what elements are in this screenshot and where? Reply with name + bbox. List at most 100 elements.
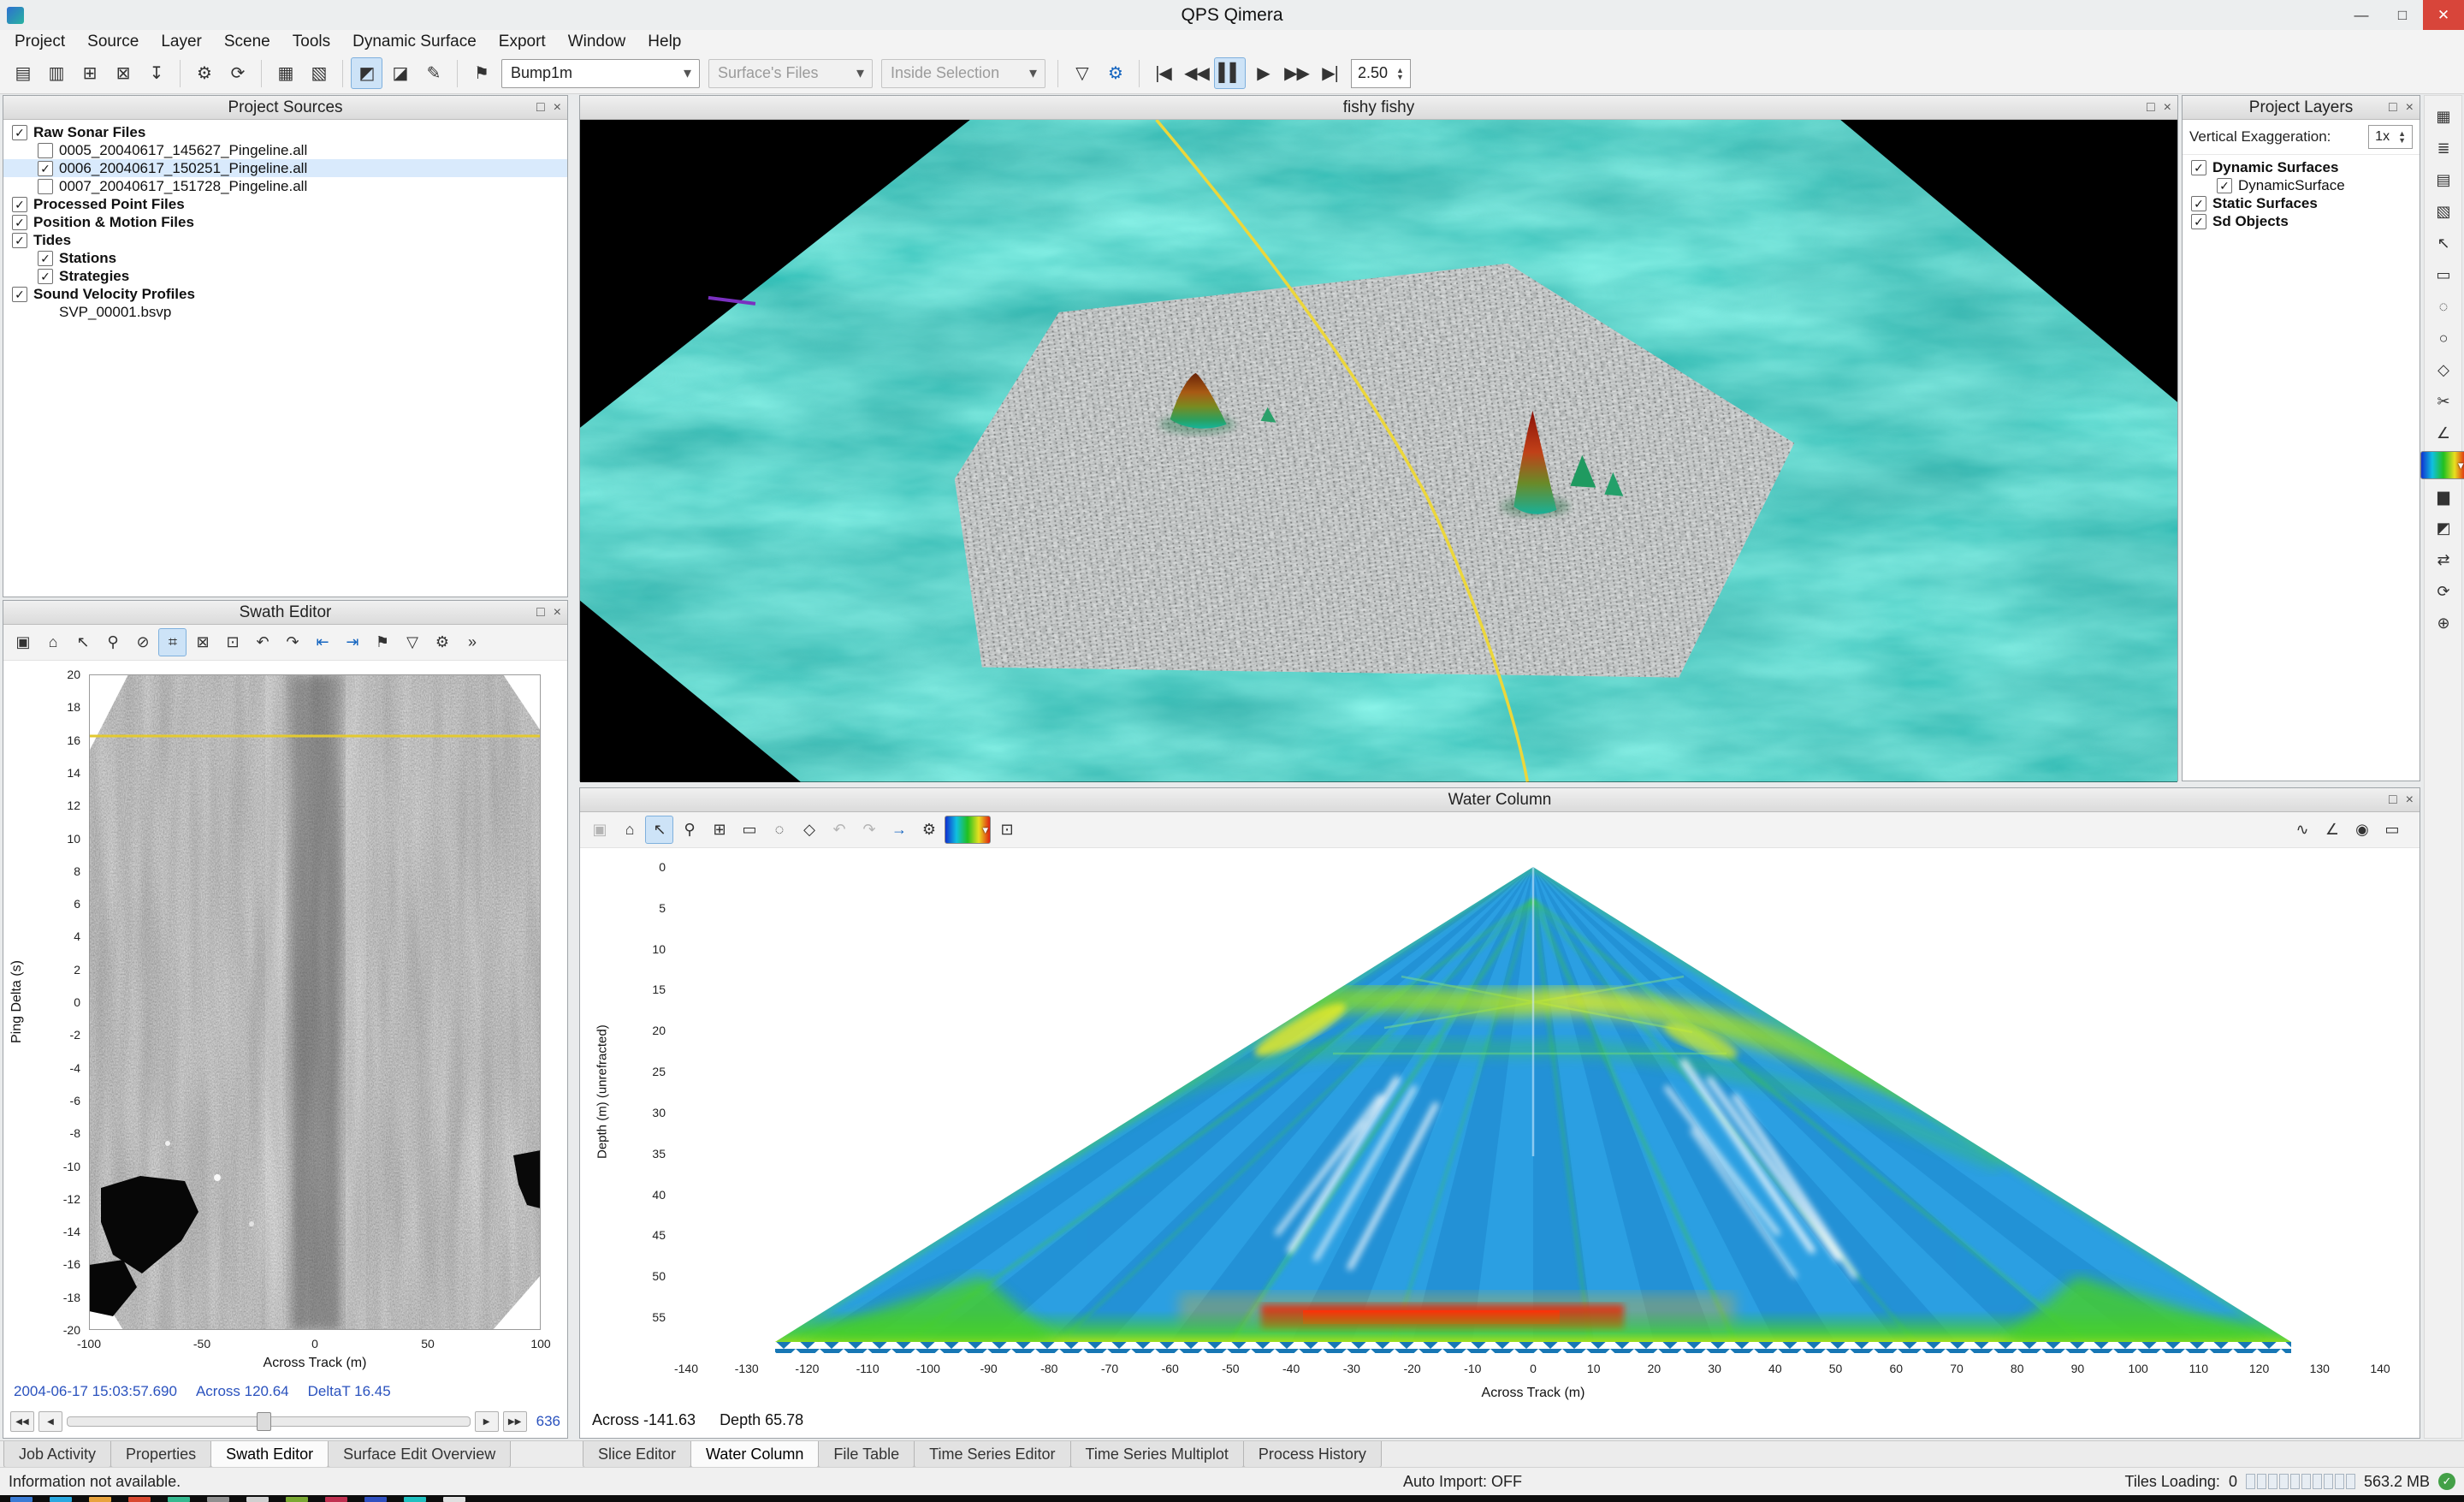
tab-water-column[interactable]: Water Column [690,1441,819,1468]
colormap-select-icon[interactable] [945,816,991,844]
rect-select-icon[interactable]: ▭ [735,816,763,844]
checkbox[interactable] [12,287,27,302]
point-edit-icon[interactable]: ✎ [418,57,449,89]
source-processed-point-files[interactable]: Processed Point Files [3,195,567,213]
source-file-0007[interactable]: 0007_20040617_151728_Pingeline.all [3,177,567,195]
source-position-motion-files[interactable]: Position & Motion Files [3,213,567,231]
processing-settings-icon[interactable]: ⚙ [188,57,220,89]
reject-soundings-icon[interactable]: ⊠ [188,628,216,656]
menu-item[interactable]: Help [637,30,692,53]
water-column-fan[interactable] [580,848,2421,1362]
settings-icon[interactable]: ⚙ [915,816,943,844]
play-icon[interactable]: ▶ [1247,57,1279,89]
overflow-icon[interactable]: » [458,628,486,656]
lasso-select-icon[interactable]: ◌ [2429,293,2457,321]
menu-item[interactable]: Tools [281,30,341,53]
float-panel-icon[interactable]: □ [2389,100,2397,116]
grid-select-icon[interactable]: ⌗ [158,628,187,656]
checkbox[interactable] [38,179,53,194]
surface-files-combo[interactable]: Surface's Files [708,59,873,88]
accept-port-icon[interactable]: ⇤ [308,628,336,656]
lasso-select-icon[interactable]: ◌ [765,816,793,844]
spinner-arrows-icon[interactable] [2398,130,2406,144]
layer-dynamic-surfaces[interactable]: Dynamic Surfaces [2183,158,2420,176]
water-column-settings-icon[interactable]: ⚙ [1099,57,1131,89]
menu-item[interactable]: Layer [150,30,213,53]
close-panel-icon[interactable]: × [554,605,561,620]
taskbar-icon[interactable] [286,1497,308,1502]
close-panel-icon[interactable]: × [554,100,561,116]
open-project-icon[interactable]: ▥ [40,57,72,89]
float-panel-icon[interactable]: □ [536,605,545,620]
water-column-plot-area[interactable]: Depth (m) (unrefracted) 0510152025303540… [580,848,2420,1438]
home-view-icon[interactable]: ⌂ [615,816,643,844]
minimize-button[interactable]: — [2341,0,2382,30]
maximize-button[interactable]: □ [2382,0,2423,30]
source-sound-velocity-profiles[interactable]: Sound Velocity Profiles [3,285,567,303]
dynamic-surface-icon[interactable]: ▧ [303,57,335,89]
float-panel-icon[interactable]: □ [536,100,545,116]
save-icon[interactable]: ▣ [585,816,613,844]
taskbar-icon[interactable] [246,1497,269,1502]
tab-time-series-editor[interactable]: Time Series Editor [914,1441,1070,1468]
scene-3d-viewport[interactable] [580,120,2177,782]
menu-item[interactable]: Export [488,30,557,53]
checkbox[interactable] [38,251,53,266]
menu-item[interactable]: Source [76,30,150,53]
checkbox[interactable] [12,197,27,212]
add-processed-points-icon[interactable]: ⊠ [107,57,139,89]
menu-item[interactable]: Dynamic Surface [341,30,488,53]
layer-sd-objects[interactable]: Sd Objects [2183,212,2420,230]
snapshot-icon[interactable]: ⊡ [992,816,1021,844]
swath-sonar-image[interactable] [89,674,541,1330]
surface-combo[interactable]: Bump1m [501,59,700,88]
tab-swath-editor[interactable]: Swath Editor [210,1441,329,1468]
source-tides[interactable]: Tides [3,231,567,249]
tab-process-history[interactable]: Process History [1243,1441,1382,1468]
import-files-icon[interactable]: ↧ [140,57,172,89]
zoom-window-icon[interactable]: ⊞ [705,816,733,844]
source-strategies[interactable]: Strategies [3,267,567,285]
checkbox[interactable] [12,125,27,140]
close-panel-icon[interactable]: × [2406,100,2414,116]
shade-icon[interactable]: ◩ [2429,514,2457,543]
slice-editor-icon[interactable]: ◪ [384,57,416,89]
pointer-icon[interactable]: ↖ [645,816,673,844]
rect-select-icon[interactable]: ▭ [2429,261,2457,289]
mesh-icon[interactable]: ▧ [2429,198,2457,226]
playback-speed-spinner[interactable]: 2.50 [1351,59,1411,88]
reprocess-icon[interactable]: ⟳ [222,57,253,89]
beam-trace-icon[interactable]: ∿ [2288,816,2316,844]
skip-start-icon[interactable]: |◀ [1147,57,1179,89]
table-icon[interactable]: ▦ [2429,103,2457,131]
tab-file-table[interactable]: File Table [818,1441,915,1468]
redo-icon[interactable]: ↷ [855,816,883,844]
taskbar-icon[interactable] [50,1497,72,1502]
accept-soundings-icon[interactable]: ⊡ [218,628,246,656]
taskbar-icon[interactable] [207,1497,229,1502]
menu-item[interactable]: Scene [213,30,281,53]
undo-icon[interactable]: ↶ [248,628,276,656]
flag-icon[interactable]: ⚑ [368,628,396,656]
checkbox[interactable] [2217,178,2232,193]
swath-plot-area[interactable]: Ping Delta (s) 20181614121086420-2-4-6-8… [3,661,567,1438]
pause-icon[interactable]: ▌▌ [1214,57,1246,89]
polygon-select-icon[interactable]: ◇ [2429,356,2457,384]
source-raw-sonar-files[interactable]: Raw Sonar Files [3,123,567,141]
skip-end-icon[interactable]: ▶| [1314,57,1346,89]
taskbar-icon[interactable] [443,1497,465,1502]
layer-dynamicsurface[interactable]: DynamicSurface [2183,176,2420,194]
add-raw-sonar-icon[interactable]: ⊞ [74,57,105,89]
rotate-view-icon[interactable]: ⟳ [2429,578,2457,606]
swath-editor-icon[interactable]: ◩ [351,57,382,89]
tab-job-activity[interactable]: Job Activity [3,1441,111,1468]
pick-icon[interactable]: → [885,816,913,844]
checkbox[interactable] [2191,160,2206,175]
filter-icon[interactable]: ▽ [398,628,426,656]
checkbox[interactable] [38,143,53,158]
home-view-icon[interactable]: ⌂ [38,628,67,656]
tab-slice-editor[interactable]: Slice Editor [583,1441,691,1468]
close-button[interactable]: ✕ [2423,0,2464,30]
close-panel-icon[interactable]: × [2164,100,2171,116]
tab-properties[interactable]: Properties [110,1441,211,1468]
